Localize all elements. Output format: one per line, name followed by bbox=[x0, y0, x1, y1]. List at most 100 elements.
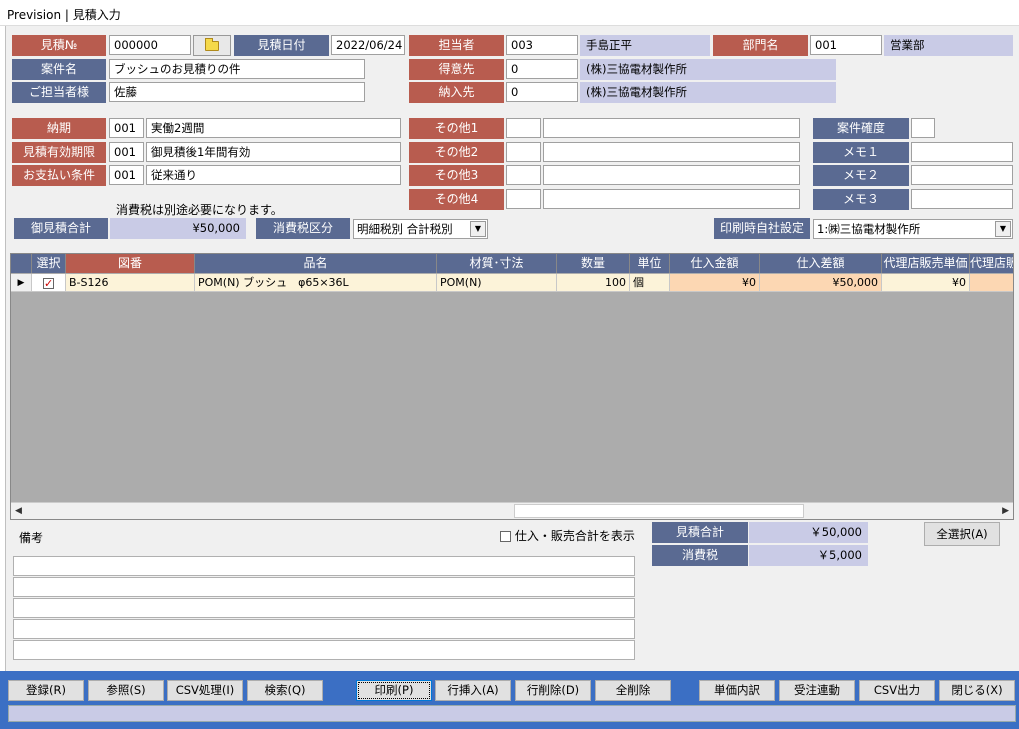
col-header-material[interactable]: 材質･寸法 bbox=[437, 254, 557, 273]
delivery-name: (株)三協電材製作所 bbox=[580, 82, 836, 103]
col-header-agent-more[interactable]: 代理店販 bbox=[970, 254, 1013, 273]
open-folder-button[interactable] bbox=[193, 35, 231, 56]
col-header-qty[interactable]: 数量 bbox=[557, 254, 630, 273]
due-code-field[interactable]: 001 bbox=[109, 118, 144, 138]
customer-name: (株)三協電材製作所 bbox=[580, 59, 836, 80]
col-header-select[interactable]: 選択 bbox=[32, 254, 66, 273]
close-button[interactable]: 閉じる(X) bbox=[939, 680, 1015, 701]
payment-text-field[interactable]: 従来通り bbox=[146, 165, 401, 185]
checkbox-checked-icon[interactable] bbox=[43, 275, 54, 291]
contact-field[interactable]: 佐藤 bbox=[109, 82, 365, 102]
scrollbar-thumb[interactable] bbox=[514, 504, 804, 518]
certainty-field[interactable] bbox=[911, 118, 935, 138]
other4-text-field[interactable] bbox=[543, 189, 800, 209]
validity-code-field[interactable]: 001 bbox=[109, 142, 144, 162]
col-header-cost[interactable]: 仕入金額 bbox=[670, 254, 760, 273]
delete-row-button[interactable]: 行削除(D) bbox=[515, 680, 591, 701]
other3-text-field[interactable] bbox=[543, 165, 800, 185]
memo1-field[interactable] bbox=[911, 142, 1013, 162]
footer-tax-value: ￥5,000 bbox=[749, 545, 868, 566]
cell-agent-more[interactable] bbox=[970, 274, 1013, 292]
cell-diff[interactable]: ¥50,000 bbox=[760, 274, 882, 292]
col-header-name[interactable]: 品名 bbox=[195, 254, 437, 273]
subject-label: 案件名 bbox=[12, 59, 106, 80]
payment-code-field[interactable]: 001 bbox=[109, 165, 144, 185]
customer-code-field[interactable]: 0 bbox=[506, 59, 578, 79]
certainty-label: 案件確度 bbox=[813, 118, 909, 139]
remarks-label: 備考 bbox=[19, 531, 44, 545]
col-header-agent-price[interactable]: 代理店販売単価 bbox=[882, 254, 970, 273]
footer-total-value: ￥50,000 bbox=[749, 522, 868, 543]
col-header-drawing-no[interactable]: 図番 bbox=[66, 254, 195, 273]
reference-button[interactable]: 参照(S) bbox=[88, 680, 164, 701]
window-title: Prevision | 見積入力 bbox=[0, 0, 1019, 26]
tax-type-select[interactable]: 明細税別 合計税別 ▼ bbox=[353, 219, 488, 239]
register-button[interactable]: 登録(R) bbox=[8, 680, 84, 701]
estimate-total-value: ¥50,000 bbox=[110, 218, 246, 239]
estimate-no-field[interactable]: 000000 bbox=[109, 35, 191, 55]
row-select-checkbox[interactable] bbox=[32, 274, 66, 292]
other3-code-field[interactable] bbox=[506, 165, 541, 185]
delivery-code-field[interactable]: 0 bbox=[506, 82, 578, 102]
row-pointer: ▶ bbox=[11, 274, 32, 292]
row-header-corner bbox=[11, 254, 32, 273]
staff-code-field[interactable]: 003 bbox=[506, 35, 578, 55]
other4-code-field[interactable] bbox=[506, 189, 541, 209]
estimate-no-label: 見積№ bbox=[12, 35, 106, 56]
remarks-line-5[interactable] bbox=[13, 640, 635, 660]
memo2-field[interactable] bbox=[911, 165, 1013, 185]
checkbox-unchecked-icon[interactable] bbox=[500, 531, 511, 542]
other1-code-field[interactable] bbox=[506, 118, 541, 138]
line-items-grid[interactable]: 選択 図番 品名 材質･寸法 数量 単位 仕入金額 仕入差額 代理店販売単価 代… bbox=[10, 253, 1014, 520]
chevron-down-icon[interactable]: ▼ bbox=[995, 221, 1011, 237]
show-totals-label: 仕入・販売合計を表示 bbox=[514, 529, 635, 543]
horizontal-scrollbar[interactable]: ◀ ▶ bbox=[11, 502, 1013, 519]
cell-agent-price[interactable]: ¥0 bbox=[882, 274, 970, 292]
staff-name: 手島正平 bbox=[580, 35, 710, 56]
validity-label: 見積有効期限 bbox=[12, 142, 106, 163]
validity-text-field[interactable]: 御見積後1年間有効 bbox=[146, 142, 401, 162]
select-all-button[interactable]: 全選択(A) bbox=[924, 522, 1000, 546]
delete-all-button[interactable]: 全削除 bbox=[595, 680, 671, 701]
order-link-button[interactable]: 受注連動 bbox=[779, 680, 855, 701]
cell-cost[interactable]: ¥0 bbox=[670, 274, 760, 292]
col-header-diff[interactable]: 仕入差額 bbox=[760, 254, 882, 273]
status-bar bbox=[8, 705, 1016, 722]
estimate-date-label: 見積日付 bbox=[234, 35, 329, 56]
remarks-line-4[interactable] bbox=[13, 619, 635, 639]
other1-text-field[interactable] bbox=[543, 118, 800, 138]
estimate-total-label: 御見積合計 bbox=[14, 218, 108, 239]
csv-output-button[interactable]: CSV出力 bbox=[859, 680, 935, 701]
memo3-field[interactable] bbox=[911, 189, 1013, 209]
csv-process-button[interactable]: CSV処理(I) bbox=[167, 680, 243, 701]
search-button[interactable]: 検索(Q) bbox=[247, 680, 323, 701]
other3-label: その他3 bbox=[409, 165, 504, 186]
dept-code-field[interactable]: 001 bbox=[810, 35, 882, 55]
remarks-line-1[interactable] bbox=[13, 556, 635, 576]
subject-field[interactable]: ブッシュのお見積りの件 bbox=[109, 59, 365, 79]
print-company-select[interactable]: 1:㈱三協電材製作所 ▼ bbox=[813, 219, 1013, 239]
print-button[interactable]: 印刷(P) bbox=[356, 680, 432, 701]
due-text-field[interactable]: 実働2週間 bbox=[146, 118, 401, 138]
other2-text-field[interactable] bbox=[543, 142, 800, 162]
remarks-line-3[interactable] bbox=[13, 598, 635, 618]
cell-unit[interactable]: 個 bbox=[630, 274, 670, 292]
unit-price-detail-button[interactable]: 単価内訳 bbox=[699, 680, 775, 701]
show-totals-checkbox[interactable]: 仕入・販売合計を表示 bbox=[500, 527, 635, 544]
cell-qty[interactable]: 100 bbox=[557, 274, 630, 292]
remarks-line-2[interactable] bbox=[13, 577, 635, 597]
cell-name[interactable]: POM(N) ブッシュ φ65×36L bbox=[195, 274, 437, 292]
estimate-date-field[interactable]: 2022/06/24 bbox=[331, 35, 405, 55]
staff-label: 担当者 bbox=[409, 35, 504, 56]
contact-label: ご担当者様 bbox=[12, 82, 106, 103]
other2-code-field[interactable] bbox=[506, 142, 541, 162]
payment-label: お支払い条件 bbox=[12, 165, 106, 186]
folder-icon bbox=[205, 37, 219, 51]
scroll-right-icon[interactable]: ▶ bbox=[1002, 506, 1009, 516]
cell-material[interactable]: POM(N) bbox=[437, 274, 557, 292]
insert-row-button[interactable]: 行挿入(A) bbox=[435, 680, 511, 701]
cell-drawing-no[interactable]: B-S126 bbox=[66, 274, 195, 292]
chevron-down-icon[interactable]: ▼ bbox=[470, 221, 486, 237]
col-header-unit[interactable]: 単位 bbox=[630, 254, 670, 273]
scroll-left-icon[interactable]: ◀ bbox=[15, 506, 22, 516]
